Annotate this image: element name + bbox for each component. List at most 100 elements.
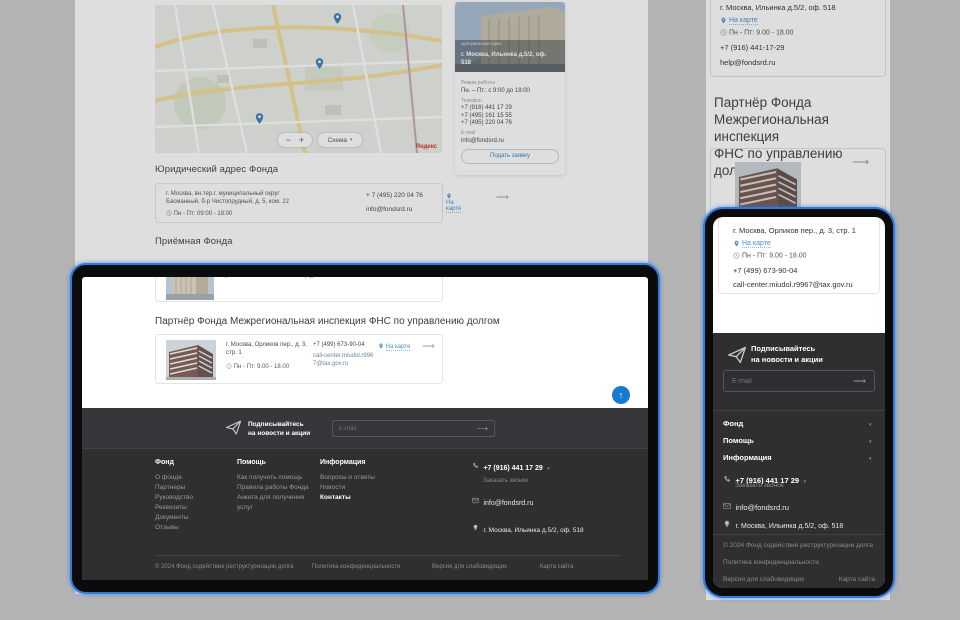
callback-link[interactable]: Заказать звонок: [735, 482, 784, 489]
pin-icon: [472, 524, 479, 531]
privacy-link[interactable]: Политика конфиденциальности: [723, 559, 819, 566]
footer-link[interactable]: Документы: [155, 513, 233, 523]
privacy-link[interactable]: Политика конфиденциальности: [312, 564, 401, 570]
footer-contact: +7 (916) 441 17 29 ▾ Заказать звонок inf…: [472, 457, 622, 537]
phone-icon: [723, 475, 731, 483]
map-tiles: [155, 5, 442, 153]
footer-email[interactable]: info@fondsrd.ru: [735, 503, 788, 512]
footer-column-help: Помощь Как получить помощь Правила работ…: [237, 459, 317, 513]
phone-partner-phone[interactable]: +7 (499) 673-90-04: [733, 266, 797, 275]
chevron-down-icon: ▾: [350, 137, 353, 143]
reception-card: Пн - Пт: 9.00 - 18.00 help@fondsrd.ru: [155, 277, 443, 302]
schedule-value: Пн. – Пт.: с 9:00 до 18:00: [461, 88, 559, 94]
footer-column-info: Информация Вопросы и ответы Новости Конт…: [320, 459, 400, 503]
clock-icon: [733, 252, 740, 259]
footer-link-active[interactable]: Контакты: [320, 493, 400, 503]
partner-email[interactable]: call-center.miudol.r9967@tax.gov.ru: [313, 352, 375, 368]
footer-link[interactable]: Анкета для получения услуг: [237, 493, 317, 513]
phone-partner-email[interactable]: call-center.miudol.r9967@tax.gov.ru: [733, 280, 853, 289]
card-arrow-icon[interactable]: ⟶: [852, 155, 869, 169]
schedule-label: Режим работы: [461, 80, 559, 86]
paper-plane-icon: [727, 345, 747, 365]
footer-email-row[interactable]: info@fondsrd.ru: [723, 497, 789, 515]
footer-link[interactable]: Как получить помощь: [237, 473, 317, 483]
pin-icon: [733, 240, 740, 247]
clock-icon: [720, 29, 727, 36]
zoom-in-button[interactable]: +: [299, 135, 304, 145]
clock-icon: [223, 277, 229, 278]
tablet-frame: Пн - Пт: 9.00 - 18.00 help@fondsrd.ru Па…: [70, 263, 660, 594]
subscribe-email-input[interactable]: [333, 426, 477, 432]
sitemap-link[interactable]: Карта сайта: [839, 576, 875, 583]
partner-card: г. Москва, Орликов пер., д. 3, стр. 1 Пн…: [155, 334, 443, 384]
footer-column-title: Помощь: [237, 459, 317, 466]
zoom-out-button[interactable]: −: [286, 135, 291, 145]
map-layers-label: Схема: [327, 137, 347, 144]
submit-request-button[interactable]: Подать заявку: [461, 149, 559, 164]
map-layers-button[interactable]: Схема ▾: [318, 133, 362, 147]
footer-link[interactable]: О фонде: [155, 473, 233, 483]
footer-link[interactable]: Руководство: [155, 493, 233, 503]
yandex-map[interactable]: − + Схема ▾ Яндекс: [155, 5, 442, 153]
footer-email[interactable]: info@fondsrd.ru: [483, 500, 533, 507]
subscribe-submit-arrow[interactable]: ⟶: [853, 376, 874, 387]
footer-phone[interactable]: +7 (916) 441 17 29: [483, 465, 542, 472]
mobile-office-email[interactable]: help@fondsrd.ru: [720, 58, 776, 67]
sitemap-link[interactable]: Карта сайта: [540, 564, 573, 570]
callback-link[interactable]: Заказать звонок: [483, 478, 622, 484]
accessibility-link[interactable]: Версия для слабовидящих: [432, 564, 507, 570]
footer-column-title: Информация: [320, 459, 400, 466]
mobile-office-phone[interactable]: +7 (916) 441-17-29: [720, 43, 784, 52]
footer-email-row[interactable]: info@fondsrd.ru: [472, 492, 622, 510]
mobile-map-link[interactable]: На карте: [729, 17, 758, 25]
subscribe-submit-arrow[interactable]: ⟶: [477, 424, 494, 433]
accordion-fund[interactable]: Фонд: [723, 419, 743, 428]
phone-partner-address: г. Москва, Орликов пер., д. 3, стр. 1: [733, 226, 856, 235]
legal-hours: Пн - Пт: 09:00 - 18:00: [166, 210, 232, 218]
partner-phone[interactable]: +7 (499) 673-90-04: [313, 341, 365, 349]
footer-link[interactable]: Правила работы Фонда: [237, 483, 317, 493]
accessibility-link[interactable]: Версия для слабовидящих: [723, 576, 804, 583]
mobile-map-link-wrap: На карте: [720, 17, 758, 25]
accordion-help[interactable]: Помощь: [723, 436, 754, 445]
scroll-top-button[interactable]: ↑: [612, 386, 630, 404]
card-arrow-icon[interactable]: ⟶: [422, 341, 435, 352]
footer-address-row: г. Москва, Ильинка д.5/2, оф. 518: [472, 519, 622, 537]
email-link[interactable]: info@fondsrd.ru: [461, 138, 559, 144]
mobile-office-address: г. Москва, Ильинка д.5/2, оф. 518: [720, 3, 836, 12]
legal-address: г. Москва, вн.тер.г. муниципальный округ…: [166, 190, 300, 206]
footer-address: г. Москва, Ильинка д.5/2, оф. 518: [735, 523, 843, 530]
reception-building-photo: [166, 277, 214, 300]
footer-phone-row[interactable]: +7 (916) 441 17 29 ▾: [472, 457, 622, 475]
footer-link[interactable]: Реквизиты: [155, 503, 233, 513]
footer-link[interactable]: Вопросы и ответы: [320, 473, 400, 483]
map-pin[interactable]: [331, 12, 344, 25]
pin-icon: [378, 343, 384, 349]
legal-email[interactable]: info@fondsrd.ru: [366, 205, 412, 214]
partner-building-photo: [735, 162, 801, 212]
pin-icon: [723, 520, 731, 528]
subscribe-email-input[interactable]: [724, 378, 853, 385]
partner-building-photo: [166, 340, 216, 380]
footer-link[interactable]: Партнеры: [155, 483, 233, 493]
phone-map-link[interactable]: На карте: [742, 240, 771, 248]
footer-link[interactable]: Отзывы: [155, 523, 233, 533]
phone-link[interactable]: +7 (916) 441 17 29: [461, 105, 559, 111]
chevron-down-icon: ▾: [869, 439, 872, 445]
accordion-info[interactable]: Информация: [723, 453, 772, 462]
phone-link[interactable]: +7 (495) 161 15 55: [461, 113, 559, 119]
legal-address-card: г. Москва, вн.тер.г. муниципальный округ…: [155, 183, 443, 223]
partner-map-link[interactable]: На карте: [386, 344, 411, 351]
partner-title: Партнёр Фонда Межрегиональная инспекция …: [155, 316, 500, 327]
reception-email[interactable]: help@fondsrd.ru: [296, 277, 344, 280]
map-pin[interactable]: [253, 112, 266, 125]
legal-phone[interactable]: + 7 (495) 220 04 76: [366, 191, 423, 200]
map-pin[interactable]: [313, 57, 326, 70]
footer-link[interactable]: Новости: [320, 483, 400, 493]
pin-icon: [720, 17, 727, 24]
email-label: E-mail: [461, 130, 559, 136]
phone-link[interactable]: +7 (495) 220 04 76: [461, 120, 559, 126]
phone-map-link-wrap: На карте: [733, 240, 771, 248]
card-arrow-icon[interactable]: ⟶: [496, 192, 509, 203]
legal-map-link[interactable]: На карте: [446, 200, 461, 213]
